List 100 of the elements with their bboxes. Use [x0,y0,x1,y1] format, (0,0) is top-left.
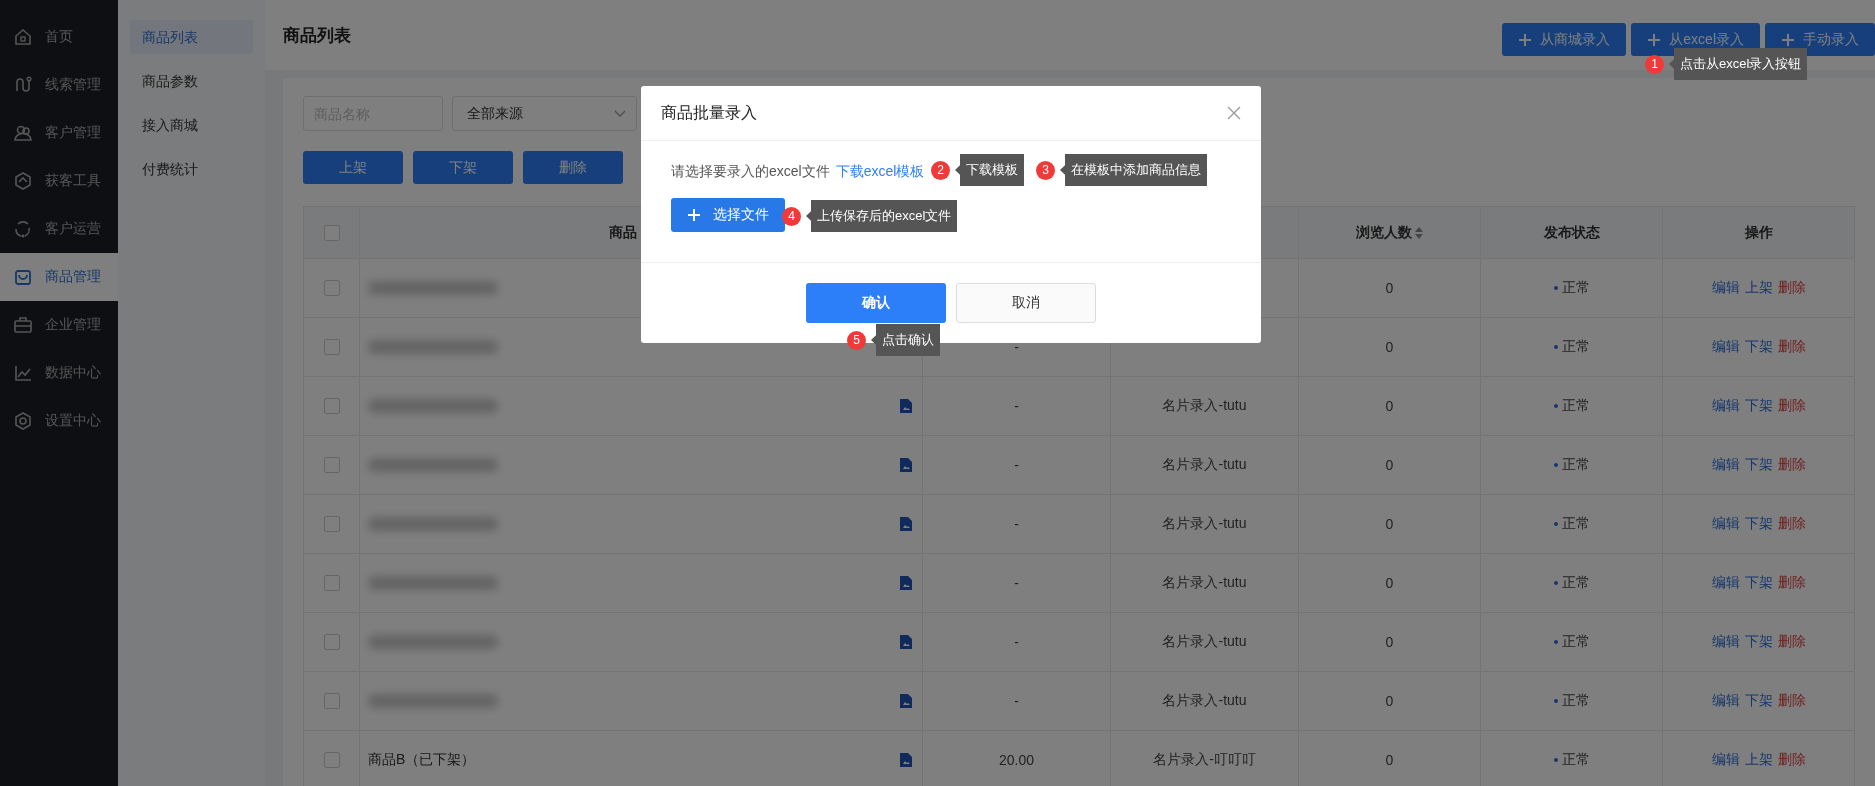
status-text: 正常 [1561,456,1590,472]
status-text: 正常 [1561,751,1590,767]
add-button[interactable]: 从商城录入 [1502,23,1627,56]
status-dot [1553,699,1558,704]
checkbox[interactable] [323,693,340,709]
action-link[interactable]: 删除 [1777,574,1806,592]
table-cell: - [1014,693,1019,709]
action-link[interactable]: 下架 [1744,574,1773,592]
sidebar-item[interactable]: 数据中心 [0,349,118,397]
bulk-action-button[interactable]: 上架 [303,151,403,184]
status-text: 正常 [1561,338,1590,354]
action-link[interactable]: 编辑 [1711,574,1740,592]
action-link[interactable]: 下架 [1744,338,1773,356]
checkbox[interactable] [323,224,340,241]
column-header: 商品 [608,223,638,242]
sidebar-item[interactable]: 商品管理 [0,253,118,301]
table-cell: 名片录入-tutu [1162,574,1247,590]
annotation-tooltip: 点击从excel录入按钮 [1669,48,1808,80]
status-dot [1553,522,1558,527]
sidebar-item[interactable]: 设置中心 [0,397,118,445]
table-cell: - [1014,457,1019,473]
add-button[interactable]: 手动录入 [1765,23,1875,56]
action-link[interactable]: 删除 [1777,692,1806,710]
annotation-tooltip: 上传保存后的excel文件 [806,200,958,232]
chevron-down-icon [614,109,626,118]
status-text: 正常 [1561,633,1590,649]
table-cell: 名片录入-tutu [1162,633,1247,649]
status-dot [1553,286,1558,291]
sidebar-item[interactable]: 企业管理 [0,301,118,349]
checkbox[interactable] [323,634,340,650]
close-icon[interactable] [1227,106,1241,120]
action-link[interactable]: 下架 [1744,515,1773,533]
source-select[interactable]: 全部来源 [452,96,637,131]
users-icon [13,123,33,143]
submenu-item[interactable]: 商品参数 [130,64,253,98]
action-link[interactable]: 删除 [1777,456,1806,474]
action-link[interactable]: 编辑 [1711,456,1740,474]
bulk-action-button[interactable]: 下架 [413,151,513,184]
table-cell: 名片录入-tutu [1162,397,1247,413]
action-link[interactable]: 上架 [1744,279,1773,297]
status-dot [1553,463,1558,468]
action-link[interactable]: 删除 [1777,633,1806,651]
cancel-button[interactable]: 取消 [956,283,1096,323]
status-dot [1553,758,1558,763]
submenu-item[interactable]: 付费统计 [130,152,253,186]
checkbox[interactable] [323,398,340,414]
route-icon [13,75,33,95]
table-cell: - [1014,516,1019,532]
action-link[interactable]: 下架 [1744,456,1773,474]
action-link[interactable]: 编辑 [1711,397,1740,415]
action-link[interactable]: 编辑 [1711,692,1740,710]
checkbox[interactable] [323,339,340,355]
action-link[interactable]: 删除 [1777,751,1806,769]
table-cell: - [1014,575,1019,591]
checkbox[interactable] [323,752,340,768]
checkbox[interactable] [323,516,340,532]
action-link[interactable]: 删除 [1777,397,1806,415]
action-link[interactable]: 编辑 [1711,515,1740,533]
line-chart-icon [13,363,33,383]
action-link[interactable]: 编辑 [1711,338,1740,356]
sidebar-item[interactable]: 客户运营 [0,205,118,253]
table-cell: - [1014,339,1019,355]
status-dot [1553,640,1558,645]
table-cell: 0 [1385,693,1394,709]
table-cell: 名片录入-tutu [1162,515,1247,531]
plus-icon [1647,32,1662,47]
sidebar-item[interactable]: 获客工具 [0,157,118,205]
sort-icon[interactable] [1415,226,1423,239]
cycle-icon [13,219,33,239]
table-cell: 0 [1385,575,1394,591]
column-header: 浏览人数 [1356,223,1412,240]
action-link[interactable]: 编辑 [1711,633,1740,651]
action-link[interactable]: 编辑 [1711,279,1740,297]
action-link[interactable]: 编辑 [1711,751,1740,769]
action-link[interactable]: 删除 [1777,338,1806,356]
plus-icon [1518,32,1533,47]
choose-file-button[interactable]: 选择文件 [671,198,785,232]
sidebar-item[interactable]: 首页 [0,13,118,61]
action-link[interactable]: 下架 [1744,692,1773,710]
status-dot [1553,345,1558,350]
table-cell: 0 [1385,516,1394,532]
action-link[interactable]: 下架 [1744,633,1773,651]
action-link[interactable]: 删除 [1777,279,1806,297]
bulk-action-button[interactable]: 删除 [523,151,623,184]
plus-icon [687,208,701,222]
checkbox[interactable] [323,575,340,591]
action-link[interactable]: 下架 [1744,397,1773,415]
plus-icon [1781,32,1795,47]
confirm-button[interactable]: 确认 [806,283,946,323]
checkbox[interactable] [323,280,340,296]
checkbox[interactable] [323,457,340,473]
submenu-item[interactable]: 接入商城 [130,108,253,142]
submenu-item[interactable]: 商品列表 [130,20,253,54]
download-template-link[interactable]: 下载excel模板 [835,163,925,179]
action-link[interactable]: 上架 [1744,751,1773,769]
table-cell: 0 [1385,398,1394,414]
sidebar-item[interactable]: 线索管理 [0,61,118,109]
action-link[interactable]: 删除 [1777,515,1806,533]
sidebar-item[interactable]: 客户管理 [0,109,118,157]
annotation-tooltip: 在模板中添加商品信息 [1060,154,1207,186]
